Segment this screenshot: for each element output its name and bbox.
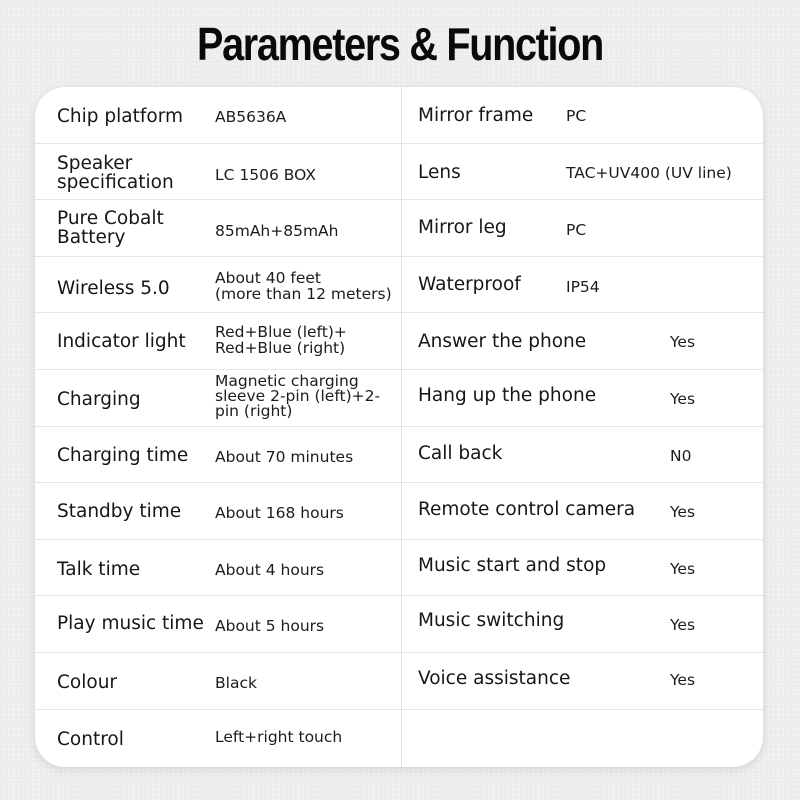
spec-row-wireless: Wireless 5.0 About 40 feet (more than 12 … — [35, 257, 401, 314]
spec-row-control: Control Left+right touch — [35, 710, 401, 767]
spec-label: Music switching — [418, 610, 565, 632]
spec-value: Yes — [670, 503, 696, 522]
spec-row-mirror-frame: Mirror frame PC — [402, 87, 763, 144]
spec-row-empty — [402, 710, 763, 767]
spec-row-hang-up-phone: Hang up the phone Yes — [402, 370, 763, 427]
spec-value: N0 — [670, 446, 692, 465]
spec-label: Talk time — [57, 558, 141, 580]
spec-column-left: Chip platform AB5636A Speaker specificati… — [35, 87, 401, 767]
spec-value: 85mAh+85mAh — [215, 222, 339, 241]
spec-label: Charging — [57, 389, 141, 410]
spec-row-chip-platform: Chip platform AB5636A — [35, 87, 401, 144]
spec-table: Chip platform AB5636A Speaker specificati… — [35, 87, 763, 767]
spec-value: PC — [566, 107, 587, 125]
spec-value: About 4 hours — [215, 560, 325, 579]
spec-label: Wireless 5.0 — [57, 277, 170, 299]
spec-row-colour: Colour Black — [35, 653, 401, 710]
spec-value: About 5 hours — [215, 617, 325, 636]
spec-label: Answer the phone — [418, 331, 587, 353]
spec-value: Red+Blue (left)+ Red+Blue (right) — [215, 324, 347, 356]
page-title: Parameters & Function — [196, 18, 604, 70]
spec-value: Yes — [670, 333, 696, 352]
spec-value: Yes — [670, 390, 696, 408]
spec-label: Call back — [418, 442, 503, 464]
spec-label: Speaker specification — [57, 154, 174, 192]
spec-label: Chip platform — [57, 106, 184, 127]
spec-row-voice-assistance: Voice assistance Yes — [402, 653, 763, 710]
spec-label-line: Speaker — [57, 152, 133, 174]
spec-row-battery: Pure Cobalt Battery 85mAh+85mAh — [35, 200, 401, 257]
spec-label: Voice assistance — [418, 668, 571, 689]
spec-row-play-music-time: Play music time About 5 hours — [35, 596, 401, 653]
spec-label: Mirror leg — [418, 217, 507, 239]
spec-value: Black — [215, 674, 257, 692]
spec-row-waterproof: Waterproof IP54 — [402, 257, 763, 314]
spec-value-line: (more than 12 meters) — [215, 284, 392, 303]
spec-label: Control — [57, 728, 124, 750]
spec-row-indicator-light: Indicator light Red+Blue (left)+ Red+Blue… — [35, 313, 401, 370]
spec-value-line: pin (right) — [215, 402, 293, 420]
spec-label: Waterproof — [418, 273, 521, 295]
spec-label: Colour — [57, 672, 118, 693]
spec-row-mirror-leg: Mirror leg PC — [402, 200, 763, 257]
spec-value: About 70 minutes — [215, 447, 354, 466]
spec-value: AB5636A — [215, 108, 287, 126]
spec-value: PC — [566, 221, 587, 240]
spec-row-music-start-stop: Music start and stop Yes — [402, 540, 763, 597]
spec-row-charging: Charging Magnetic charging sleeve 2-pin (… — [35, 370, 401, 427]
spec-label: Mirror frame — [418, 105, 534, 126]
spec-row-lens: Lens TAC+UV400 (UV line) — [402, 144, 763, 201]
spec-label-line: Battery — [57, 227, 126, 249]
spec-row-charging-time: Charging time About 70 minutes — [35, 427, 401, 484]
spec-row-speaker-specification: Speaker specification LC 1506 BOX — [35, 144, 401, 201]
spec-row-standby-time: Standby time About 168 hours — [35, 483, 401, 540]
spec-row-answer-phone: Answer the phone Yes — [402, 313, 763, 370]
spec-value: TAC+UV400 (UV line) — [566, 163, 732, 182]
spec-label-line: specification — [57, 171, 174, 193]
spec-value: LC 1506 BOX — [215, 165, 316, 184]
spec-label: Play music time — [57, 613, 204, 635]
spec-value: Left+right touch — [215, 727, 343, 746]
spec-row-music-switching: Music switching Yes — [402, 596, 763, 653]
spec-value-line: Red+Blue (right) — [215, 339, 346, 358]
spec-value: Yes — [670, 616, 696, 635]
spec-value: About 40 feet (more than 12 meters) — [215, 270, 392, 302]
spec-label-line: Pure Cobalt — [57, 208, 164, 230]
spec-row-call-back: Call back N0 — [402, 427, 763, 484]
spec-label: Music start and stop — [418, 554, 607, 576]
spec-row-talk-time: Talk time About 4 hours — [35, 540, 401, 597]
spec-column-right: Mirror frame PC Lens TAC+UV400 (UV line)… — [401, 87, 763, 767]
spec-value: Yes — [670, 559, 696, 578]
spec-row-remote-camera: Remote control camera Yes — [402, 483, 763, 540]
spec-label: Hang up the phone — [418, 385, 597, 406]
spec-label: Pure Cobalt Battery — [57, 209, 164, 247]
spec-label: Remote control camera — [418, 499, 636, 521]
spec-label: Standby time — [57, 501, 182, 523]
spec-value: Yes — [670, 671, 696, 689]
spec-label: Indicator light — [57, 331, 186, 353]
spec-value: About 168 hours — [215, 504, 344, 523]
spec-value: IP54 — [566, 277, 600, 296]
spec-label: Charging time — [57, 444, 189, 466]
spec-label: Lens — [418, 161, 461, 183]
spec-value: Magnetic charging sleeve 2-pin (left)+2- p… — [215, 373, 380, 420]
